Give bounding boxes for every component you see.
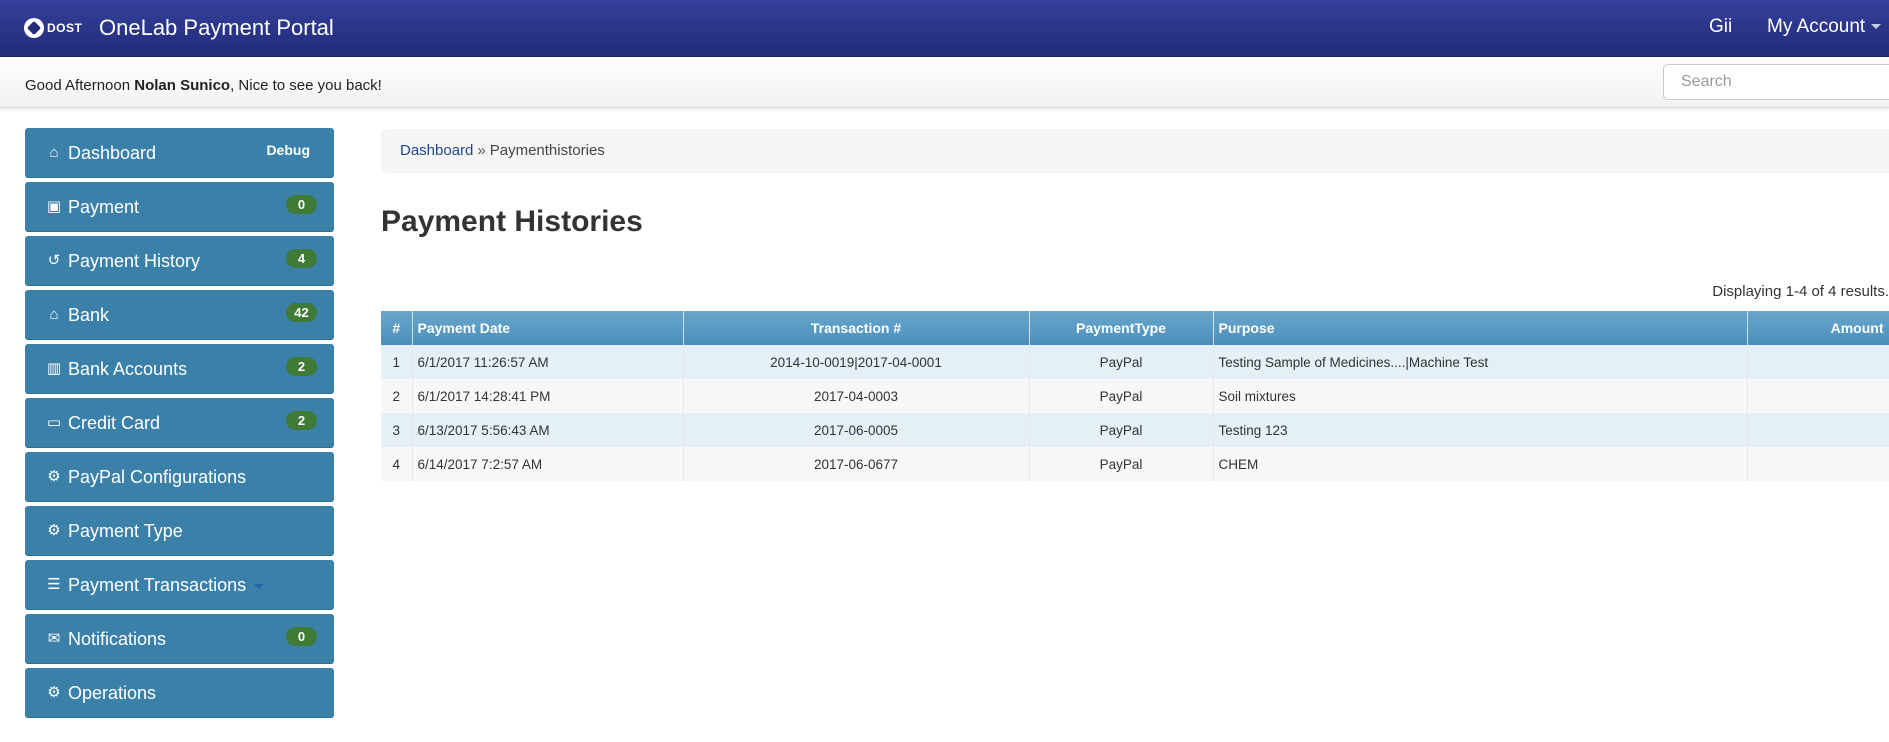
payment-history-table: # Payment Date Transaction # PaymentType…: [381, 311, 1889, 481]
greeting-prefix: Good Afternoon: [25, 77, 135, 94]
envelope-icon: ✉: [47, 630, 61, 647]
cell-amount: [1747, 345, 1889, 379]
history-icon: ↺: [47, 252, 61, 269]
sidebar-item-paypal-configurations[interactable]: ⚙ PayPal Configurations: [25, 452, 334, 502]
greeting-bar: Good Afternoon Nolan Sunico, Nice to see…: [0, 57, 1889, 108]
dost-logo[interactable]: DOST: [24, 16, 86, 40]
cell-number: 3: [381, 413, 413, 447]
cell-transaction: 2014-10-0019|2017-04-0001: [683, 345, 1030, 379]
sidebar-item-payment-history[interactable]: ↺ Payment History 4: [25, 236, 334, 286]
caret-down-icon: [1871, 24, 1882, 30]
table-row[interactable]: 3 6/13/2017 5:56:43 AM 2017-06-0005 PayPal T…: [381, 413, 1889, 447]
cell-number: 2: [381, 379, 413, 413]
bank-icon: ⌂: [49, 306, 59, 323]
column-header-purpose[interactable]: Purpose: [1213, 311, 1748, 345]
breadcrumb-current: Paymenthistories: [489, 142, 605, 159]
cell-payment-type: PayPal: [1029, 413, 1214, 447]
cell-purpose: CHEM: [1213, 447, 1748, 481]
cell-payment-date: 6/1/2017 14:28:41 PM: [412, 379, 684, 413]
greeting-user: Nolan Sunico: [134, 77, 231, 94]
results-summary: Displaying 1-4 of 4 results.: [1712, 283, 1889, 300]
sidebar-item-label: Payment: [68, 197, 140, 217]
cell-purpose: Testing Sample of Medicines....|Machine …: [1213, 345, 1748, 379]
count-badge: 2: [286, 411, 317, 430]
breadcrumb-dashboard-link[interactable]: Dashboard: [400, 142, 473, 159]
cell-payment-date: 6/1/2017 11:26:57 AM: [412, 345, 684, 379]
logo-text: DOST: [47, 21, 83, 35]
sidebar-item-label: Credit Card: [68, 413, 161, 433]
sidebar-item-label: Dashboard: [68, 143, 157, 163]
cell-transaction: 2017-06-0005: [683, 413, 1030, 447]
nav-gii-link[interactable]: Gii: [1709, 16, 1732, 38]
cell-payment-type: PayPal: [1029, 379, 1214, 413]
cog-icon: ⚙: [47, 684, 61, 701]
cell-amount: [1747, 447, 1889, 481]
cell-transaction: 2017-06-0677: [683, 447, 1030, 481]
table-row[interactable]: 1 6/1/2017 11:26:57 AM 2014-10-0019|2017-0…: [381, 345, 1889, 379]
count-badge: 0: [286, 195, 317, 214]
sidebar-item-label: Payment Transactions: [68, 575, 265, 596]
my-account-menu[interactable]: My Account: [1767, 16, 1882, 38]
table-header-row: # Payment Date Transaction # PaymentType…: [381, 311, 1889, 345]
sidebar-item-label: PayPal Configurations: [68, 467, 247, 487]
cell-payment-date: 6/14/2017 7:2:57 AM: [412, 447, 684, 481]
cell-payment-type: PayPal: [1029, 447, 1214, 481]
sidebar-item-bank[interactable]: ⌂ Bank 42: [25, 290, 334, 340]
cog-icon: ⚙: [47, 468, 61, 485]
column-header-number[interactable]: #: [381, 311, 413, 345]
cell-transaction: 2017-04-0003: [683, 379, 1030, 413]
sidebar-item-operations[interactable]: ⚙ Operations: [25, 668, 334, 718]
table-row[interactable]: 4 6/14/2017 7:2:57 AM 2017-06-0677 PayPal CH…: [381, 447, 1889, 481]
page-title: Payment Histories: [381, 205, 643, 238]
cell-amount: [1747, 379, 1889, 413]
column-header-payment-type[interactable]: PaymentType: [1029, 311, 1214, 345]
caret-down-icon: [254, 583, 265, 589]
breadcrumb-separator: »: [477, 142, 486, 159]
sidebar-item-payment-type[interactable]: ⚙ Payment Type: [25, 506, 334, 556]
sidebar-item-credit-card[interactable]: ▭ Credit Card 2: [25, 398, 334, 448]
sidebar-item-bank-accounts[interactable]: ▥ Bank Accounts 2: [25, 344, 334, 394]
cell-amount: [1747, 413, 1889, 447]
cog-icon: ⚙: [47, 522, 61, 539]
cell-payment-date: 6/13/2017 5:56:43 AM: [412, 413, 684, 447]
cell-number: 1: [381, 345, 413, 379]
sidebar-item-label: Payment Type: [68, 521, 183, 541]
sidebar-item-label: Bank: [68, 305, 110, 325]
column-header-transaction[interactable]: Transaction #: [683, 311, 1030, 345]
sidebar-item-label: Operations: [68, 683, 157, 703]
cell-number: 4: [381, 447, 413, 481]
sidebar-item-label: Payment History: [68, 251, 201, 271]
list-icon: ☰: [47, 576, 61, 593]
logo-mark-icon: [24, 18, 44, 38]
count-badge: 0: [286, 627, 317, 646]
sidebar-item-dashboard[interactable]: ⌂ Dashboard Debug: [25, 128, 334, 178]
cell-payment-type: PayPal: [1029, 345, 1214, 379]
cell-purpose: Soil mixtures: [1213, 379, 1748, 413]
count-badge: 4: [286, 249, 317, 268]
bar-chart-icon: ▥: [46, 360, 62, 377]
column-header-payment-date[interactable]: Payment Date: [412, 311, 684, 345]
my-account-label: My Account: [1767, 16, 1866, 37]
breadcrumb: Dashboard» Paymenthistories: [381, 129, 1889, 173]
greeting-suffix: , Nice to see you back!: [230, 77, 382, 94]
sidebar-item-payment[interactable]: ▣ Payment 0: [25, 182, 334, 232]
table-row[interactable]: 2 6/1/2017 14:28:41 PM 2017-04-0003 PayPal S…: [381, 379, 1889, 413]
sidebar-item-label: Bank Accounts: [68, 359, 188, 379]
cell-purpose: Testing 123: [1213, 413, 1748, 447]
debug-label[interactable]: Debug: [266, 142, 310, 158]
count-badge: 2: [286, 357, 317, 376]
top-navbar: DOST OneLab Payment Portal Gii My Accoun…: [0, 0, 1889, 57]
greeting-text: Good Afternoon Nolan Sunico, Nice to see…: [25, 77, 382, 94]
column-header-amount[interactable]: Amount: [1747, 311, 1889, 345]
brand-title[interactable]: OneLab Payment Portal: [99, 15, 334, 41]
sidebar-item-label: Notifications: [68, 629, 167, 649]
credit-card-icon: ▭: [46, 414, 62, 431]
search-input[interactable]: [1663, 64, 1889, 100]
home-icon: ⌂: [49, 144, 59, 161]
money-icon: ▣: [46, 198, 62, 215]
sidebar-item-payment-transactions[interactable]: ☰ Payment Transactions: [25, 560, 334, 610]
sidebar-item-notifications[interactable]: ✉ Notifications 0: [25, 614, 334, 664]
count-badge: 42: [286, 303, 317, 322]
